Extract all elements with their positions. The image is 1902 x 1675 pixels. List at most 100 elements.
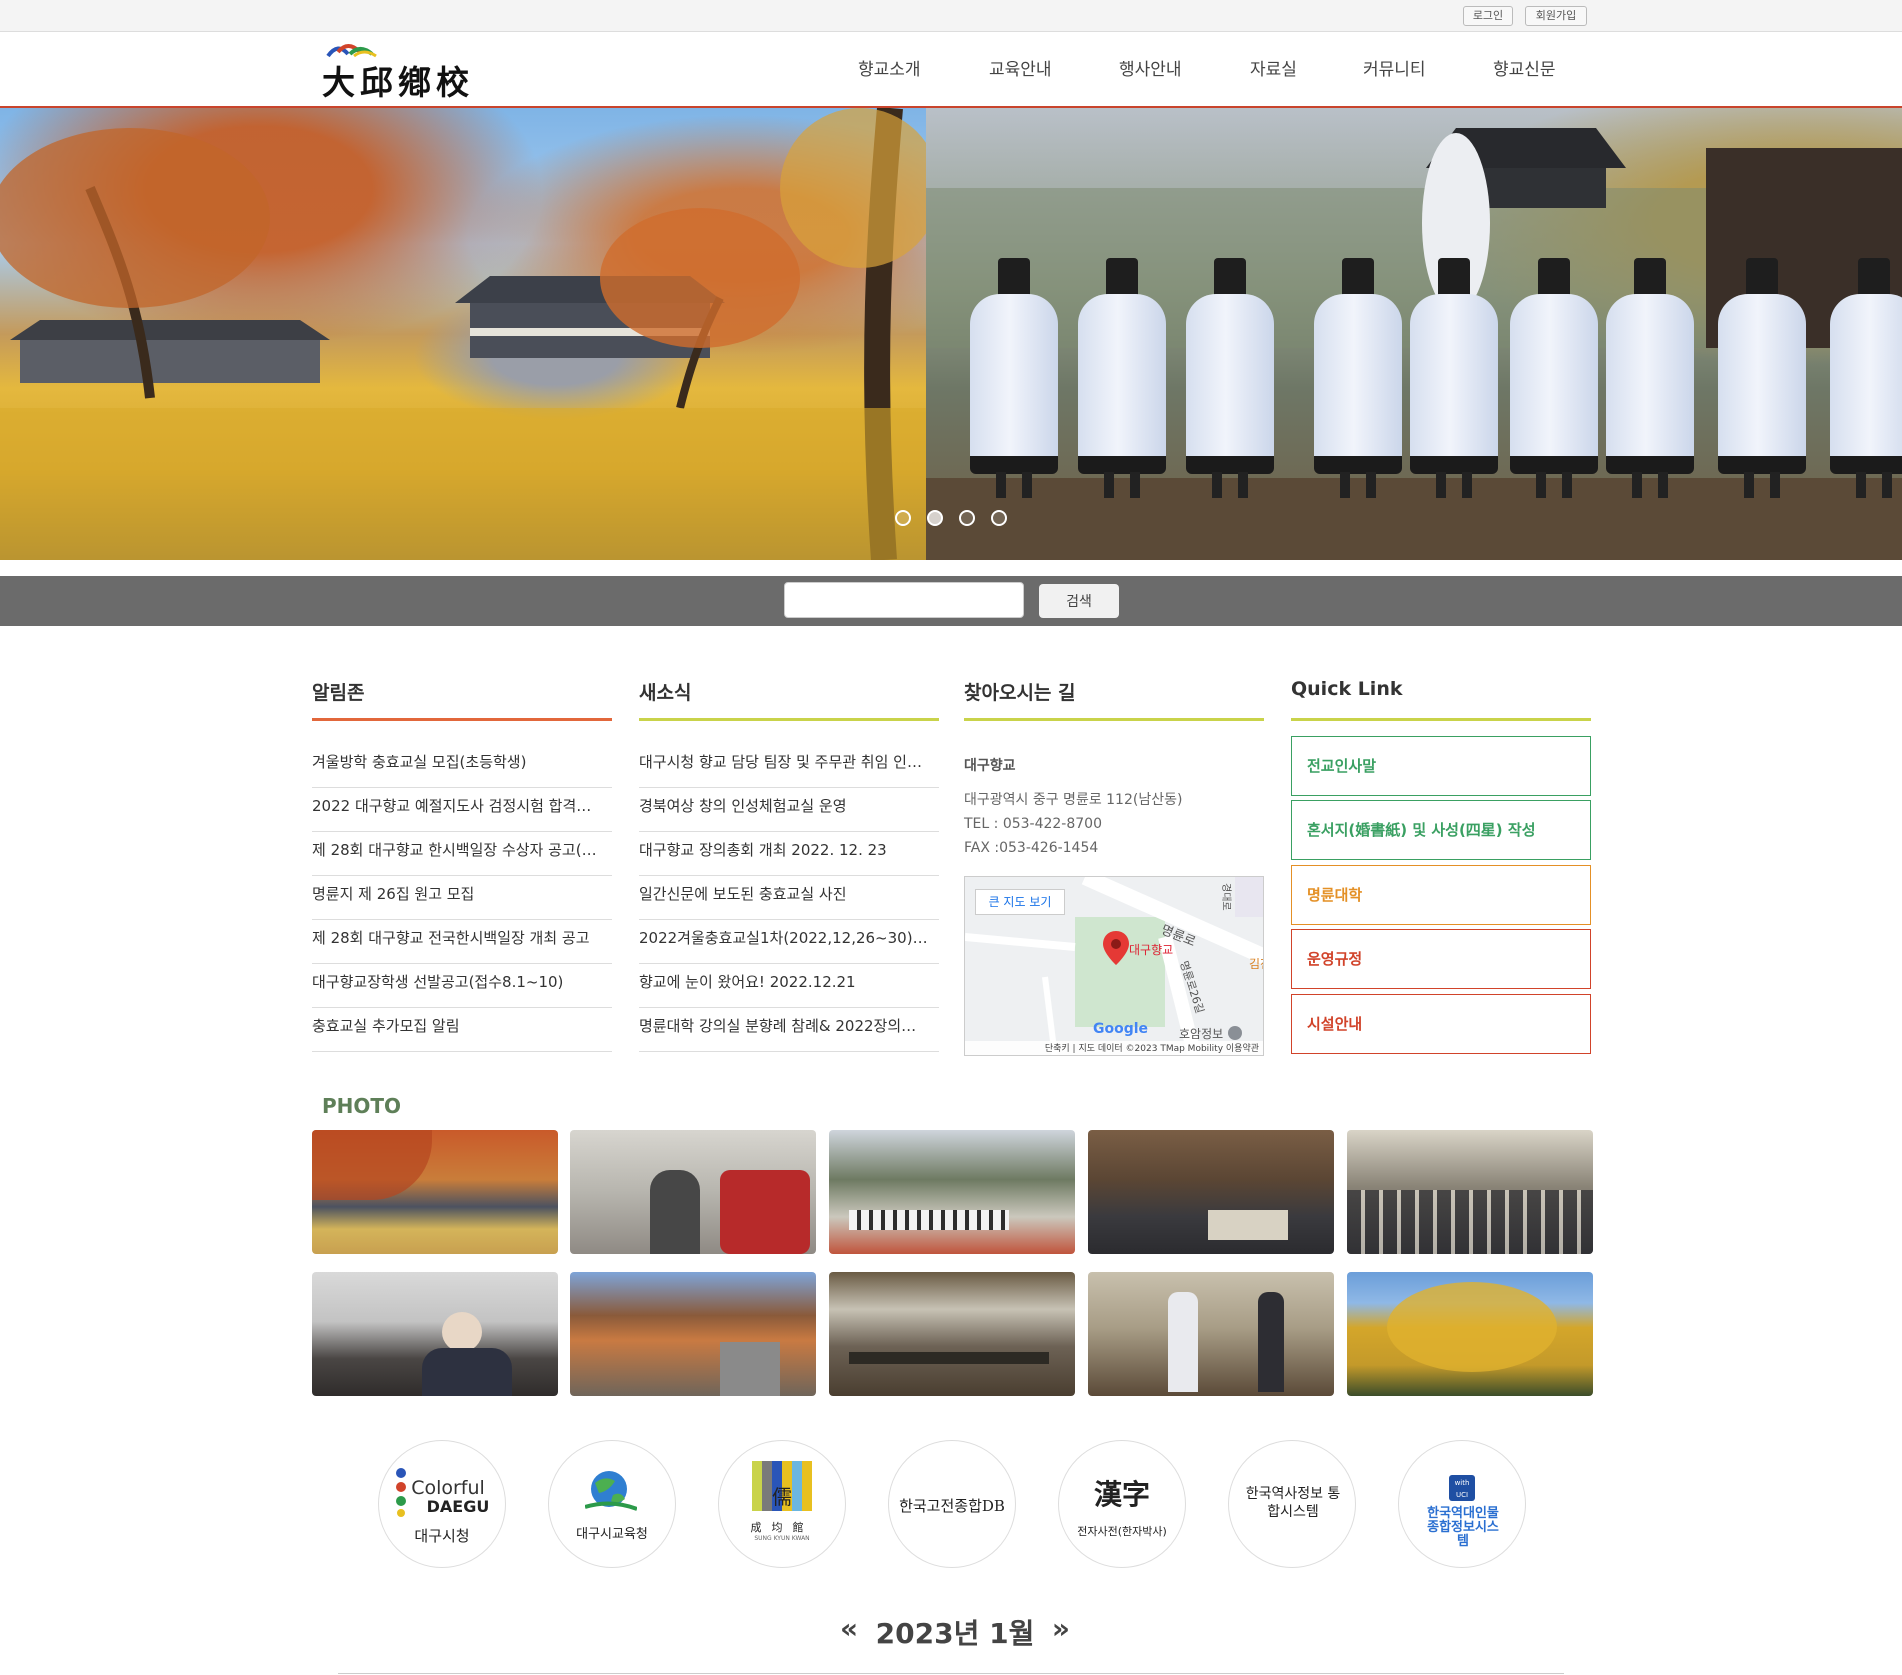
news-item[interactable]: 2022겨울충효교실1차(2022,12,26~30)오… (639, 920, 939, 964)
notice-item[interactable]: 제 28회 대구향교 한시백일장 수상자 공고(… (312, 832, 612, 876)
photo-thumbnail[interactable] (1088, 1272, 1334, 1396)
calendar-title: 2023년 1월 (875, 1617, 1035, 1650)
hero-image-ceremony (926, 108, 1902, 560)
link-label: 대구시교육청 (576, 1527, 648, 1542)
ceremony-figure (1826, 258, 1902, 498)
news-divider (639, 718, 939, 721)
login-button[interactable]: 로그인 (1463, 6, 1513, 26)
news-item[interactable]: 명륜대학 강의실 분향례 참례& 2022장의… (639, 1008, 939, 1052)
link-daegu-education-office[interactable]: 대구시교육청 (548, 1440, 676, 1568)
news-item[interactable]: 대구향교 장의총회 개최 2022. 12. 23 (639, 832, 939, 876)
link-label: 한국고전종합DB (899, 1497, 1005, 1515)
notice-list: 겨울방학 충효교실 모집(초등학생) 2022 대구향교 예절지도사 검정시험 … (312, 744, 612, 1052)
quicklink-myeongnyun-college[interactable]: 명륜대학 (1291, 865, 1591, 925)
map-place-label: 김진 (1249, 957, 1263, 971)
link-sub-label: SUNG KYUN KWAN (754, 1535, 810, 1542)
map-place-label: 호암정보 (1179, 1027, 1224, 1041)
notice-item[interactable]: 겨울방학 충효교실 모집(초등학생) (312, 744, 612, 788)
top-utility-bar: 로그인 회원가입 (0, 0, 1902, 32)
site-header: 大邱鄕校 향교소개 교육안내 행사안내 자료실 커뮤니티 향교신문 (0, 32, 1902, 108)
notice-item[interactable]: 명륜지 제 26집 원고 모집 (312, 876, 612, 920)
quicklink-marriage-letter[interactable]: 혼서지(婚書紙) 및 사성(四星) 작성 (1291, 800, 1591, 860)
site-logo[interactable]: 大邱鄕校 (322, 40, 482, 102)
map-footer: 단축키 | 지도 데이터 ©2023 TMap Mobility 이용약관 (965, 1041, 1263, 1055)
link-classics-db[interactable]: 한국고전종합DB (888, 1440, 1016, 1568)
slider-dot-2[interactable] (927, 510, 943, 526)
quicklink-title: Quick Link (1291, 678, 1403, 700)
google-logo: Google (1093, 1021, 1149, 1037)
photo-thumbnail[interactable] (829, 1272, 1075, 1396)
slider-dot-4[interactable] (991, 510, 1007, 526)
map-marker-icon (1103, 931, 1129, 965)
directions-info: 대구향교 대구광역시 중구 명륜로 112(남산동) TEL : 053-422… (964, 754, 1264, 860)
link-label: 전자사전(한자박사) (1077, 1525, 1167, 1538)
embedded-map[interactable]: 큰 지도 보기 대구향교 명륜로 명륜로26길 경대로 김진 호암정보 Goog… (964, 876, 1264, 1056)
notice-item[interactable]: 대구향교장학생 선발공고(접수8.1~10) (312, 964, 612, 1008)
hero-slider (0, 108, 1902, 560)
uci-badge: with UCI (1449, 1475, 1475, 1501)
link-sungkyunkwan[interactable]: 儒 成均館 SUNG KYUN KWAN (718, 1440, 846, 1568)
globe-icon (585, 1471, 637, 1511)
link-label: 한국역사정보 통합시스템 (1245, 1486, 1341, 1520)
ceremony-figure (1406, 258, 1502, 498)
news-list: 대구시청 향교 담당 팀장 및 주무관 취임 인… 경북여상 창의 인성체험교실… (639, 744, 939, 1052)
link-hanja-dictionary[interactable]: 漢字 전자사전(한자박사) (1058, 1440, 1186, 1568)
link-label: 한국역대인물 종합정보시스템 (1427, 1506, 1499, 1549)
photo-thumbnail[interactable] (1347, 1272, 1593, 1396)
map-road-label: 경대로 (1220, 883, 1231, 911)
big-map-button[interactable]: 큰 지도 보기 (975, 889, 1065, 915)
link-korean-history-system[interactable]: 한국역사정보 통합시스템 (1228, 1440, 1356, 1568)
directions-address: 대구광역시 중구 명륜로 112(남산동) (964, 792, 1183, 808)
news-item[interactable]: 향교에 눈이 왔어요! 2022.12.21 (639, 964, 939, 1008)
ceremony-figure (1074, 258, 1170, 498)
link-logo-glyph: 漢字 (1093, 1478, 1150, 1511)
quicklink-greeting[interactable]: 전교인사말 (1291, 736, 1591, 796)
link-logo-glyph: 儒 (772, 1485, 792, 1509)
nav-item-intro[interactable]: 향교소개 (858, 32, 921, 108)
notice-item[interactable]: 충효교실 추가모집 알림 (312, 1008, 612, 1052)
nav-item-events[interactable]: 행사안내 (1119, 32, 1182, 108)
directions-tel: TEL : 053-422-8700 (964, 816, 1102, 832)
photo-thumbnail[interactable] (312, 1130, 558, 1254)
photo-title: PHOTO (322, 1094, 402, 1118)
ceremony-figure (1182, 258, 1278, 498)
nav-item-newspaper[interactable]: 향교신문 (1493, 32, 1556, 108)
ceremony-figure (1310, 258, 1406, 498)
hero-image-autumn-courtyard (0, 108, 926, 560)
news-item[interactable]: 일간신문에 보도된 충효교실 사진 (639, 876, 939, 920)
slider-dot-1[interactable] (895, 510, 911, 526)
nav-item-community[interactable]: 커뮤니티 (1363, 32, 1426, 108)
photo-thumbnail[interactable] (570, 1130, 816, 1254)
quicklink-regulations[interactable]: 운영규정 (1291, 929, 1591, 989)
calendar-header: « 2023년 1월 » (840, 1612, 1070, 1652)
logo-text: 大邱鄕校 (322, 63, 474, 102)
news-item[interactable]: 대구시청 향교 담당 팀장 및 주무관 취임 인… (639, 744, 939, 788)
calendar-prev-button[interactable]: « (840, 1612, 858, 1645)
nav-item-archive[interactable]: 자료실 (1250, 32, 1297, 108)
calendar-divider (338, 1673, 1564, 1674)
quicklink-divider (1291, 718, 1591, 721)
calendar-next-button[interactable]: » (1052, 1612, 1070, 1645)
notice-divider (312, 718, 612, 721)
slider-dot-3[interactable] (959, 510, 975, 526)
notice-item[interactable]: 2022 대구향교 예절지도사 검정시험 합격… (312, 788, 612, 832)
photo-thumbnail[interactable] (829, 1130, 1075, 1254)
nav-item-education[interactable]: 교육안내 (989, 32, 1052, 108)
photo-thumbnail[interactable] (570, 1272, 816, 1396)
news-item[interactable]: 경북여상 창의 인성체험교실 운영 (639, 788, 939, 832)
directions-fax: FAX :053-426-1454 (964, 840, 1099, 856)
link-daegu-city[interactable]: Colorful DAEGU 대구시청 (378, 1440, 506, 1568)
link-korean-historical-figures[interactable]: with UCI 한국역대인물 종합정보시스템 (1398, 1440, 1526, 1568)
directions-name: 대구향교 (964, 758, 1016, 774)
news-title: 새소식 (639, 682, 692, 704)
photo-thumbnail[interactable] (1088, 1130, 1334, 1254)
signup-button[interactable]: 회원가입 (1525, 6, 1587, 26)
photo-thumbnail[interactable] (312, 1272, 558, 1396)
photo-thumbnail[interactable] (1347, 1130, 1593, 1254)
search-input[interactable] (784, 582, 1024, 618)
link-label: 成均館 (750, 1521, 814, 1534)
quicklink-facilities[interactable]: 시설안내 (1291, 994, 1591, 1054)
search-button[interactable]: 검색 (1039, 584, 1119, 618)
notice-item[interactable]: 제 28회 대구향교 전국한시백일장 개최 공고 (312, 920, 612, 964)
link-logo-text: DAEGU (426, 1497, 490, 1516)
